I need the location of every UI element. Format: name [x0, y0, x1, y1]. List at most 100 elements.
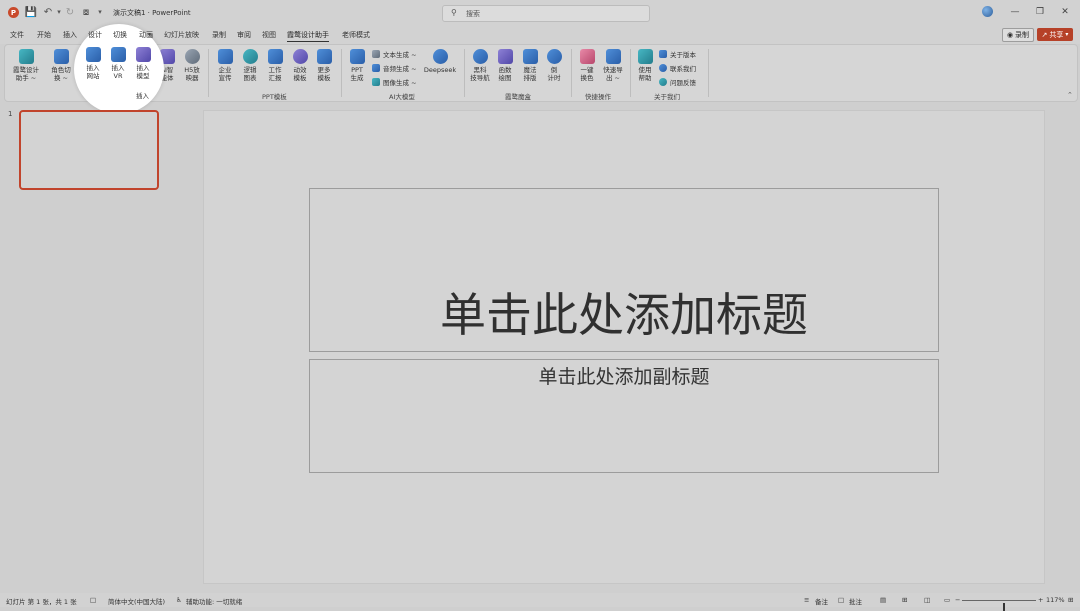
tab-file[interactable]: 文件	[10, 30, 24, 40]
slide-thumbnail[interactable]	[19, 110, 159, 190]
logic-chart-button[interactable]: 逻辑 图表	[239, 49, 261, 82]
record-button[interactable]: ◉ 录制	[1002, 28, 1034, 42]
comments-button[interactable]: 批注	[849, 596, 862, 606]
accessibility-icon[interactable]: ♿	[176, 596, 182, 604]
share-button[interactable]: ↗ 共享 ▾	[1037, 28, 1073, 41]
subtitle-placeholder-text: 单击此处添加副标题	[538, 366, 710, 388]
spotlight-tab-transitions[interactable]: 切换	[113, 30, 127, 40]
countdown-button[interactable]: 倒 计时	[543, 49, 565, 82]
insert-website-button[interactable]: 插入 网站	[82, 47, 104, 80]
tab-teacher-mode[interactable]: 老师模式	[342, 30, 370, 40]
motion-template-label: 动效 模板	[293, 66, 307, 82]
zoom-slider-thumb[interactable]	[1003, 603, 1006, 611]
group-separator	[208, 49, 209, 97]
insert-vr-button[interactable]: 插入 VR	[107, 47, 129, 80]
role-switch-button[interactable]: 角色切 换 ~	[48, 49, 74, 82]
motion-template-button[interactable]: 动效 模板	[289, 49, 311, 82]
close-icon[interactable]: ✕	[1055, 5, 1075, 19]
feedback-label: 问题反馈	[670, 79, 696, 87]
more-templates-button[interactable]: 更多 模板	[313, 49, 335, 82]
group-label-insert: 插入	[136, 92, 149, 100]
notes-icon[interactable]: ≡	[804, 596, 809, 604]
tab-slideshow[interactable]: 幻灯片放映	[164, 30, 199, 40]
text-generate-button[interactable]: 文本生成 ~	[372, 49, 417, 59]
tab-review[interactable]: 审阅	[237, 30, 251, 40]
h5-player-button[interactable]: H5放 映器	[181, 49, 203, 82]
restore-icon[interactable]: ❐	[1030, 5, 1050, 19]
zoom-slider[interactable]	[962, 600, 1036, 611]
reading-view-icon[interactable]: ◫	[924, 596, 930, 604]
slideshow-view-icon[interactable]: ▭	[944, 596, 950, 604]
collapse-ribbon-icon[interactable]: ⌃	[1067, 91, 1073, 99]
customize-toolbar-icon[interactable]: ▾	[94, 6, 106, 18]
function-plot-button[interactable]: 函数 绘图	[494, 49, 516, 82]
audio-generate-label: 音频生成 ~	[383, 65, 417, 73]
zoom-out-icon[interactable]: −	[955, 596, 960, 604]
design-assistant-label: 霞鹜设计 助手 ~	[13, 66, 39, 82]
quick-export-button[interactable]: 快速导 出 ~	[600, 49, 626, 82]
function-plot-icon	[497, 49, 513, 64]
normal-view-icon[interactable]: ▤	[880, 596, 886, 604]
slide-canvas[interactable]: 单击此处添加标题 单击此处添加副标题	[203, 110, 1045, 584]
design-assistant-button[interactable]: 霞鹜设计 助手 ~	[11, 49, 41, 82]
recolor-label: 一键 换色	[580, 66, 594, 82]
document-title: 演示文稿1 · PowerPoint	[113, 9, 191, 17]
comments-icon[interactable]: □	[838, 596, 844, 604]
title-placeholder[interactable]: 单击此处添加标题	[309, 188, 939, 352]
tech-nav-button[interactable]: 黑科 技导航	[469, 49, 491, 82]
search-input[interactable]: ⚲ 搜索	[442, 5, 650, 22]
slide-sorter-icon[interactable]: ⊞	[902, 596, 907, 604]
feedback-button[interactable]: 问题反馈	[659, 77, 696, 87]
role-switch-icon	[53, 49, 69, 64]
title-placeholder-text: 单击此处添加标题	[440, 288, 808, 342]
subtitle-placeholder[interactable]: 单击此处添加副标题	[309, 359, 939, 473]
minimize-icon[interactable]: —	[1005, 5, 1025, 19]
account-avatar[interactable]	[982, 6, 993, 17]
tab-view[interactable]: 视图	[262, 30, 276, 40]
contact-icon	[659, 64, 667, 72]
record-icon: ◉	[1006, 31, 1014, 39]
ppt-generate-button[interactable]: PPT 生成	[346, 49, 368, 82]
audio-generate-icon	[372, 64, 380, 72]
more-templates-icon	[316, 49, 332, 64]
tab-home[interactable]: 开始	[37, 30, 51, 40]
presenter-icon[interactable]: ⧇	[80, 6, 92, 18]
group-separator	[708, 49, 709, 97]
ppt-generate-label: PPT 生成	[350, 66, 364, 82]
deepseek-button[interactable]: Deepseek	[423, 49, 457, 74]
slide-number: 1	[8, 110, 13, 118]
quick-export-label: 快速导 出 ~	[603, 66, 623, 82]
spellcheck-icon[interactable]: □	[90, 596, 96, 604]
quick-export-icon	[605, 49, 621, 64]
image-generate-button[interactable]: 图像生成 ~	[372, 77, 417, 87]
version-icon	[659, 50, 667, 58]
tab-record[interactable]: 录制	[212, 30, 226, 40]
spotlight-tab-animations[interactable]: 动画	[139, 30, 153, 40]
magic-layout-button[interactable]: 魔法 排版	[519, 49, 541, 82]
language-indicator[interactable]: 简体中文(中国大陆)	[108, 596, 165, 606]
about-version-button[interactable]: 关于版本	[659, 49, 696, 59]
contact-us-button[interactable]: 联系我们	[659, 63, 696, 73]
zoom-in-icon[interactable]: +	[1038, 596, 1043, 604]
audio-generate-button[interactable]: 音频生成 ~	[372, 63, 417, 73]
tab-design-assistant[interactable]: 霞鹜设计助手	[287, 30, 329, 42]
help-button[interactable]: 使用 帮助	[634, 49, 656, 82]
zoom-percent[interactable]: 117%	[1046, 596, 1065, 604]
one-click-recolor-button[interactable]: 一键 换色	[576, 49, 598, 82]
text-generate-icon	[372, 50, 380, 58]
fit-to-window-icon[interactable]: ⊞	[1068, 596, 1073, 604]
magic-layout-icon	[522, 49, 538, 64]
work-report-button[interactable]: 工作 汇报	[264, 49, 286, 82]
tab-insert[interactable]: 插入	[63, 30, 77, 40]
logic-chart-label: 逻辑 图表	[243, 66, 257, 82]
redo-icon[interactable]: ↻	[64, 6, 76, 18]
logic-chart-icon	[242, 49, 258, 64]
save-icon[interactable]: 💾	[25, 6, 37, 18]
spotlight-tab-design[interactable]: 设计	[88, 30, 102, 40]
accessibility-status[interactable]: 辅助功能: 一切就绪	[186, 596, 242, 606]
notes-button[interactable]: 备注	[815, 596, 828, 606]
image-generate-label: 图像生成 ~	[383, 79, 417, 87]
corporate-promo-button[interactable]: 企业 宣传	[214, 49, 236, 82]
group-separator	[464, 49, 465, 97]
insert-model-button[interactable]: 插入 模型	[132, 47, 154, 80]
